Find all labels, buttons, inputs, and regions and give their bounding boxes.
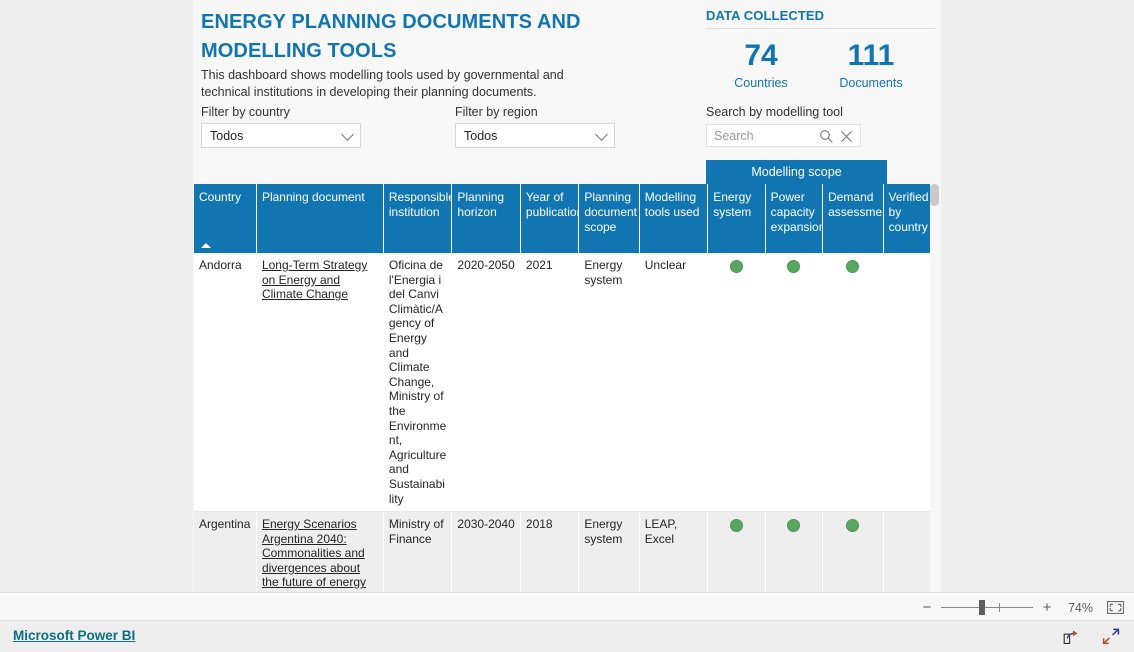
- cell-year-of-publication: 2021: [520, 253, 580, 513]
- stat-documents: 111 Documents: [816, 39, 926, 90]
- status-dot-green: [787, 519, 801, 533]
- country-filter: Filter by country Todos: [201, 105, 361, 148]
- zoom-slider-track[interactable]: [941, 600, 1033, 615]
- data-collected-heading: DATA COLLECTED: [706, 8, 825, 23]
- chevron-down-icon: [341, 128, 354, 141]
- table-scrollbar-thumb[interactable]: [930, 184, 939, 206]
- column-header-demand-assessment[interactable]: Demand assessment: [822, 184, 892, 253]
- stat-documents-label: Documents: [839, 76, 903, 90]
- status-dot-green: [729, 260, 743, 273]
- report-footer: Microsoft Power BI: [0, 621, 1134, 652]
- cell-country: Andorra: [194, 253, 257, 513]
- status-dot-green: [846, 519, 860, 533]
- page-title: ENERGY PLANNING DOCUMENTS AND MODELLING …: [201, 11, 581, 62]
- cell-power-capacity-expansion: [765, 253, 824, 513]
- cell-planning-document-scope: Energy system: [578, 253, 640, 513]
- status-dot-green: [846, 260, 860, 273]
- column-header-planning-document-scope[interactable]: Planning document scope: [578, 184, 640, 253]
- country-filter-value: Todos: [210, 128, 244, 143]
- column-header-planning-document[interactable]: Planning document: [256, 184, 384, 253]
- cell-planning-document[interactable]: Energy Scenarios Argentina 2040: Commona…: [256, 511, 384, 592]
- search-label: Search by modelling tool: [706, 105, 843, 119]
- cell-demand-assessment: [822, 511, 884, 592]
- cell-energy-system: [707, 511, 766, 592]
- table-scrollbar[interactable]: [930, 184, 939, 592]
- modelling-tool-search: Search by modelling tool Search: [706, 105, 861, 147]
- search-placeholder: Search: [714, 128, 754, 143]
- report-viewport: ENERGY PLANNING DOCUMENTS AND MODELLING …: [0, 0, 1134, 592]
- documents-table: Modelling scope Country Planning documen…: [194, 160, 940, 592]
- column-header-modelling-tools-used[interactable]: Modelling tools used: [639, 184, 709, 253]
- search-icon[interactable]: [819, 129, 834, 149]
- cell-energy-system: [707, 253, 766, 513]
- cell-planning-horizon: 2020-2050: [451, 253, 521, 513]
- zoom-control: − + 74%: [921, 593, 1124, 622]
- data-collected-card: DATA COLLECTED 74 Countries 111 Document…: [706, 8, 941, 108]
- report-canvas: ENERGY PLANNING DOCUMENTS AND MODELLING …: [193, 0, 941, 592]
- column-header-verified-by-country[interactable]: Verified by country: [883, 184, 935, 253]
- region-filter-value: Todos: [464, 128, 498, 143]
- status-dot-green: [729, 519, 743, 533]
- region-filter: Filter by region Todos: [455, 105, 615, 148]
- zoom-in-button[interactable]: +: [1041, 600, 1053, 615]
- power-bi-brand-link[interactable]: Microsoft Power BI: [13, 628, 135, 643]
- stat-countries-label: Countries: [734, 76, 788, 90]
- column-header-responsible-institution[interactable]: Responsible institution: [383, 184, 455, 253]
- cell-verified-by-country: [883, 253, 935, 513]
- footer-actions: [1063, 628, 1120, 650]
- search-input[interactable]: Search: [706, 124, 861, 147]
- fit-to-page-icon[interactable]: [1107, 601, 1124, 614]
- zoom-slider-tick: [999, 603, 1000, 612]
- divider: [706, 28, 935, 29]
- stat-documents-value: 111: [847, 39, 895, 72]
- table-row[interactable]: Argentina Energy Scenarios Argentina 2040…: [194, 511, 935, 592]
- cell-planning-document-scope: Energy system: [578, 511, 640, 592]
- region-filter-select[interactable]: Todos: [455, 123, 615, 148]
- table-body: Andorra Long-Term Strategy on Energy and …: [194, 253, 935, 592]
- cell-verified-by-country: [883, 511, 935, 592]
- cell-responsible-institution: Ministry of Finance: [383, 511, 453, 592]
- cell-responsible-institution: Oficina de l'Energia i del Canvi Climàti…: [383, 253, 453, 513]
- stat-countries: 74 Countries: [706, 39, 816, 90]
- clear-icon[interactable]: [839, 129, 854, 149]
- cell-modelling-tools-used: LEAP, Excel: [639, 511, 709, 592]
- column-header-year-of-publication[interactable]: Year of publication: [520, 184, 583, 253]
- chevron-down-icon: [595, 128, 608, 141]
- documents-table-grid: Country Planning document Responsible in…: [194, 184, 935, 592]
- stat-countries-value: 74: [744, 39, 778, 72]
- table-row[interactable]: Andorra Long-Term Strategy on Energy and …: [194, 253, 935, 513]
- column-header-planning-horizon[interactable]: Planning horizon: [451, 184, 521, 253]
- cell-power-capacity-expansion: [765, 511, 824, 592]
- zoom-percent-label: 74%: [1067, 600, 1093, 615]
- power-bi-report-app: ENERGY PLANNING DOCUMENTS AND MODELLING …: [0, 0, 1134, 652]
- cell-modelling-tools-used: Unclear: [639, 253, 709, 513]
- zoom-toolbar: − + 74%: [0, 592, 1134, 621]
- cell-country: Argentina: [194, 511, 257, 592]
- column-header-power-capacity-expansion[interactable]: Power capacity expansion: [765, 184, 825, 253]
- column-header-energy-system[interactable]: Energy system: [707, 184, 766, 253]
- country-filter-label: Filter by country: [201, 105, 290, 119]
- data-collected-stats: 74 Countries 111 Documents: [706, 39, 941, 90]
- zoom-out-button[interactable]: −: [921, 600, 933, 615]
- table-group-header-modelling-scope: Modelling scope: [706, 160, 887, 184]
- sort-ascending-icon: [201, 243, 211, 248]
- cell-demand-assessment: [822, 253, 884, 513]
- country-filter-select[interactable]: Todos: [201, 123, 361, 148]
- table-header-row: Country Planning document Responsible in…: [194, 184, 935, 253]
- page-subtitle: This dashboard shows modelling tools use…: [201, 68, 564, 99]
- cell-year-of-publication: 2018: [520, 511, 580, 592]
- share-icon[interactable]: [1063, 629, 1080, 650]
- planning-document-link[interactable]: Long-Term Strategy on Energy and Climate…: [262, 258, 367, 301]
- column-header-country[interactable]: Country: [194, 184, 257, 253]
- status-dot-green: [787, 260, 801, 273]
- cell-planning-horizon: 2030-2040: [451, 511, 521, 592]
- fullscreen-icon[interactable]: [1102, 628, 1120, 650]
- cell-planning-document[interactable]: Long-Term Strategy on Energy and Climate…: [256, 253, 384, 513]
- zoom-slider-thumb[interactable]: [979, 600, 985, 615]
- region-filter-label: Filter by region: [455, 105, 538, 119]
- planning-document-link[interactable]: Energy Scenarios Argentina 2040: Commona…: [262, 517, 366, 592]
